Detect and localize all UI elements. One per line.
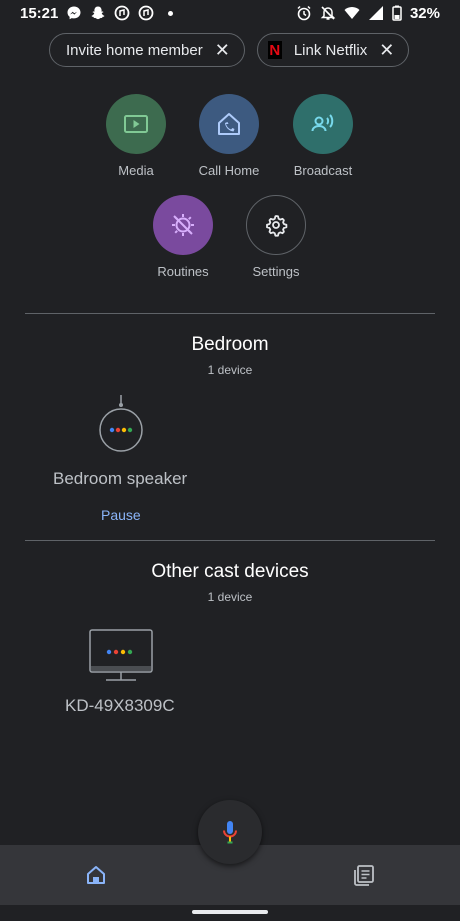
- call-home-label: Call Home: [198, 163, 260, 178]
- routines-label: Routines: [157, 264, 209, 279]
- settings-circle[interactable]: [246, 195, 306, 255]
- messenger-icon: [67, 6, 81, 20]
- broadcast-button[interactable]: Broadcast: [283, 94, 363, 178]
- room-device-count: 1 device: [207, 363, 253, 377]
- suggestion-chips: Invite home member ✕ N Link Netflix ✕: [49, 33, 410, 67]
- status-left: 15:21: [20, 4, 174, 22]
- tv-icon: [89, 629, 153, 681]
- alarm-icon: [297, 5, 311, 21]
- settings-label: Settings: [252, 264, 300, 279]
- gear-icon: [266, 215, 288, 237]
- clock: 15:21: [20, 4, 59, 22]
- music-icon: [114, 5, 130, 21]
- battery-icon: [392, 5, 402, 21]
- wifi-icon: [344, 7, 360, 19]
- device-name[interactable]: KD-49X8309C: [65, 696, 175, 716]
- netflix-logo-icon: N: [267, 41, 282, 59]
- device-name[interactable]: Bedroom speaker: [53, 469, 187, 489]
- broadcast-label: Broadcast: [293, 163, 353, 178]
- room-device-count: 1 device: [207, 590, 253, 604]
- close-icon[interactable]: ✕: [215, 41, 230, 59]
- room-title-bedroom: Bedroom: [191, 334, 269, 355]
- pause-button[interactable]: Pause: [101, 507, 141, 523]
- room-title-other-cast-devices: Other cast devices: [151, 561, 309, 582]
- media-label: Media: [118, 163, 154, 178]
- media-button[interactable]: Media: [96, 94, 176, 178]
- invite-member-chip[interactable]: Invite home member ✕: [49, 33, 245, 67]
- call-home-circle[interactable]: [199, 94, 259, 154]
- chip-label: Invite home member: [66, 41, 203, 59]
- tv-device[interactable]: [88, 628, 154, 684]
- chip-label: Link Netflix: [293, 41, 368, 59]
- feed-icon[interactable]: [352, 863, 376, 887]
- bedroom-speaker-device[interactable]: [96, 395, 146, 455]
- call-home-button[interactable]: Call Home: [189, 94, 269, 178]
- music-icon: [138, 5, 154, 21]
- home-icon[interactable]: [85, 864, 107, 886]
- battery-percent: 32%: [409, 4, 440, 22]
- smart-speaker-icon: [99, 395, 143, 452]
- phone-house-icon: [218, 113, 240, 135]
- divider: [25, 313, 435, 314]
- broadcast-icon: [311, 114, 334, 132]
- play-icon: [124, 115, 148, 133]
- gesture-handle[interactable]: [192, 910, 268, 914]
- mic-icon: [223, 821, 237, 844]
- media-circle[interactable]: [106, 94, 166, 154]
- status-bar: 15:21 32%: [0, 0, 460, 26]
- snapchat-icon: [92, 6, 105, 20]
- broadcast-circle[interactable]: [293, 94, 353, 154]
- routines-button[interactable]: Routines: [143, 195, 223, 279]
- routines-icon: [172, 214, 194, 236]
- settings-button[interactable]: Settings: [236, 195, 316, 279]
- status-right: 32%: [296, 5, 440, 22]
- mic-button[interactable]: [198, 800, 262, 864]
- dot-icon: [168, 10, 174, 16]
- divider: [25, 540, 435, 541]
- mute-icon: [320, 6, 336, 20]
- link-netflix-chip[interactable]: N Link Netflix ✕: [256, 33, 410, 67]
- routines-circle[interactable]: [153, 195, 213, 255]
- close-icon[interactable]: ✕: [379, 41, 394, 59]
- signal-icon: [368, 6, 383, 20]
